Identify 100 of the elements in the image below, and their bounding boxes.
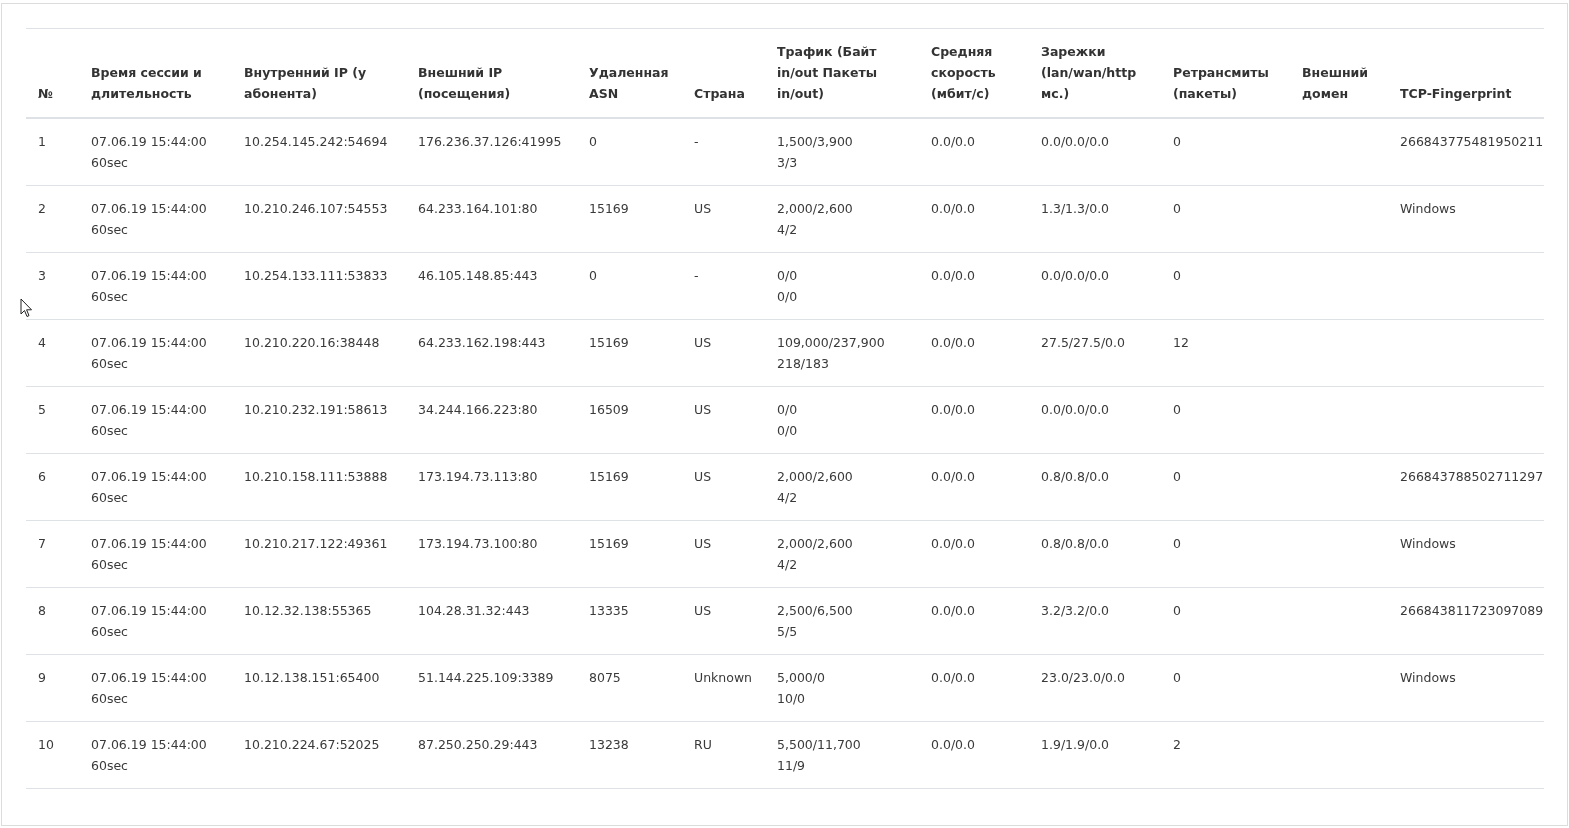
table-cell: 0.0/0.0	[931, 737, 975, 752]
table-cell: 0.0/0.0	[931, 536, 975, 551]
table-cell-text: 60sec	[91, 355, 128, 373]
column-header: Внешний IP (посещения)	[418, 65, 511, 101]
table-cell: 10.210.232.191:58613	[244, 402, 388, 417]
table-cell-text: 5,000/0	[777, 669, 825, 687]
table-cell: 10	[38, 737, 54, 752]
table-cell: 0.0/0.0	[931, 134, 975, 149]
table-cell: US	[694, 603, 712, 618]
column-header: Ретрансмиты (пакеты)	[1173, 65, 1269, 101]
table-cell: 87.250.250.29:443	[418, 737, 538, 752]
table-cell-text: 4/2	[777, 221, 798, 239]
table-cell-text: 60sec	[91, 221, 128, 239]
table-cell: 0.8/0.8/0.0	[1041, 536, 1110, 551]
column-header: Время сессии и длительность	[91, 65, 202, 101]
table-cell-text: 2,500/6,500	[777, 602, 853, 620]
column-header: TCP-Fingerprint	[1400, 86, 1512, 101]
table-cell: US	[694, 402, 712, 417]
table-cell: 0.0/0.0	[931, 335, 975, 350]
table-cell-text: 07.06.19 15:44:00	[91, 267, 207, 285]
table-cell: 0	[1173, 670, 1181, 685]
column-header: Страна	[694, 86, 745, 101]
table-cell: 0.0/0.0	[931, 670, 975, 685]
table-cell-text: 0/0	[777, 267, 798, 285]
table-cell-text: 109,000/237,900	[777, 334, 885, 352]
table-cell: 9	[38, 670, 46, 685]
table-cell: 10.12.32.138:55365	[244, 603, 372, 618]
table-cell: 16509	[589, 402, 629, 417]
table-cell: 0.0/0.0	[931, 603, 975, 618]
table-cell-text: 07.06.19 15:44:00	[91, 200, 207, 218]
table-cell-text: 4/2	[777, 556, 798, 574]
table-cell: Windows	[1400, 670, 1456, 685]
table-cell: 0.0/0.0	[931, 268, 975, 283]
table-cell: 0	[589, 134, 597, 149]
table-cell-text: 07.06.19 15:44:00	[91, 133, 207, 151]
table-cell: 0	[1173, 469, 1181, 484]
table-cell: 266843788502711297	[1400, 469, 1544, 484]
table-cell: 0	[1173, 402, 1181, 417]
table-cell: 1.9/1.9/0.0	[1041, 737, 1110, 752]
table-cell: 5	[38, 402, 46, 417]
table-cell: 0	[1173, 603, 1181, 618]
table-cell: Windows	[1400, 201, 1456, 216]
table-cell-text: 2,000/2,600	[777, 200, 853, 218]
table-cell-text: 5,500/11,700	[777, 736, 861, 754]
table-cell-text: 0/0	[777, 288, 798, 306]
table-cell: 1	[38, 134, 46, 149]
table-cell: 51.144.225.109:3389	[418, 670, 554, 685]
table-cell: 15169	[589, 536, 629, 551]
column-header: Внутренний IP (у абонента)	[244, 65, 367, 101]
table-cell: US	[694, 335, 712, 350]
table-cell-text: 07.06.19 15:44:00	[91, 602, 207, 620]
table-cell: 0.0/0.0/0.0	[1041, 268, 1110, 283]
table-cell: 266843775481950211	[1400, 134, 1544, 149]
table-cell: 0	[1173, 201, 1181, 216]
table-cell: 266843811723097089	[1400, 603, 1544, 618]
table-cell: 10.12.138.151:65400	[244, 670, 380, 685]
table-cell: 104.28.31.32:443	[418, 603, 530, 618]
table-cell: 15169	[589, 469, 629, 484]
table-cell: US	[694, 536, 712, 551]
table-cell-text: 5/5	[777, 623, 798, 641]
table-cell: 1.3/1.3/0.0	[1041, 201, 1110, 216]
table-cell-text: 60sec	[91, 288, 128, 306]
table-cell: 23.0/23.0/0.0	[1041, 670, 1125, 685]
column-header: №	[38, 86, 54, 101]
table-cell: 0.0/0.0/0.0	[1041, 402, 1110, 417]
table-cell: 64.233.164.101:80	[418, 201, 538, 216]
table-cell: 8	[38, 603, 46, 618]
table-cell-text: 60sec	[91, 556, 128, 574]
table-cell: 8075	[589, 670, 621, 685]
table-cell: 3.2/3.2/0.0	[1041, 603, 1110, 618]
column-header: Средняя скорость (мбит/с)	[931, 44, 996, 101]
table-cell: US	[694, 469, 712, 484]
table-cell: -	[694, 134, 699, 149]
mouse-pointer-icon	[20, 298, 33, 318]
table-cell: 10.254.133.111:53833	[244, 268, 388, 283]
table-cell-text: 07.06.19 15:44:00	[91, 736, 207, 754]
table-cell: 46.105.148.85:443	[418, 268, 538, 283]
table-cell: 0.0/0.0	[931, 402, 975, 417]
table-cell: 2	[38, 201, 46, 216]
table-cell-text: 4/2	[777, 489, 798, 507]
table-cell: US	[694, 201, 712, 216]
table-cell: 27.5/27.5/0.0	[1041, 335, 1125, 350]
table-cell: 4	[38, 335, 46, 350]
table-cell: 15169	[589, 201, 629, 216]
table-cell: 15169	[589, 335, 629, 350]
table-cell-text: 60sec	[91, 154, 128, 172]
table-cell: 3	[38, 268, 46, 283]
table-cell: Unknown	[694, 670, 753, 685]
table-cell: 10.210.220.16:38448	[244, 335, 380, 350]
table-cell: 10.210.158.111:53888	[244, 469, 388, 484]
table-cell-text: 07.06.19 15:44:00	[91, 334, 207, 352]
table-cell: 7	[38, 536, 46, 551]
table-cell-text: 07.06.19 15:44:00	[91, 468, 207, 486]
table-cell-text: 11/9	[777, 757, 806, 775]
table-cell-text: 0/0	[777, 401, 798, 419]
table-cell: 0	[1173, 268, 1181, 283]
table-cell: 0.0/0.0	[931, 469, 975, 484]
table-cell: 13335	[589, 603, 629, 618]
table-cell: 173.194.73.113:80	[418, 469, 538, 484]
table-cell: 13238	[589, 737, 629, 752]
